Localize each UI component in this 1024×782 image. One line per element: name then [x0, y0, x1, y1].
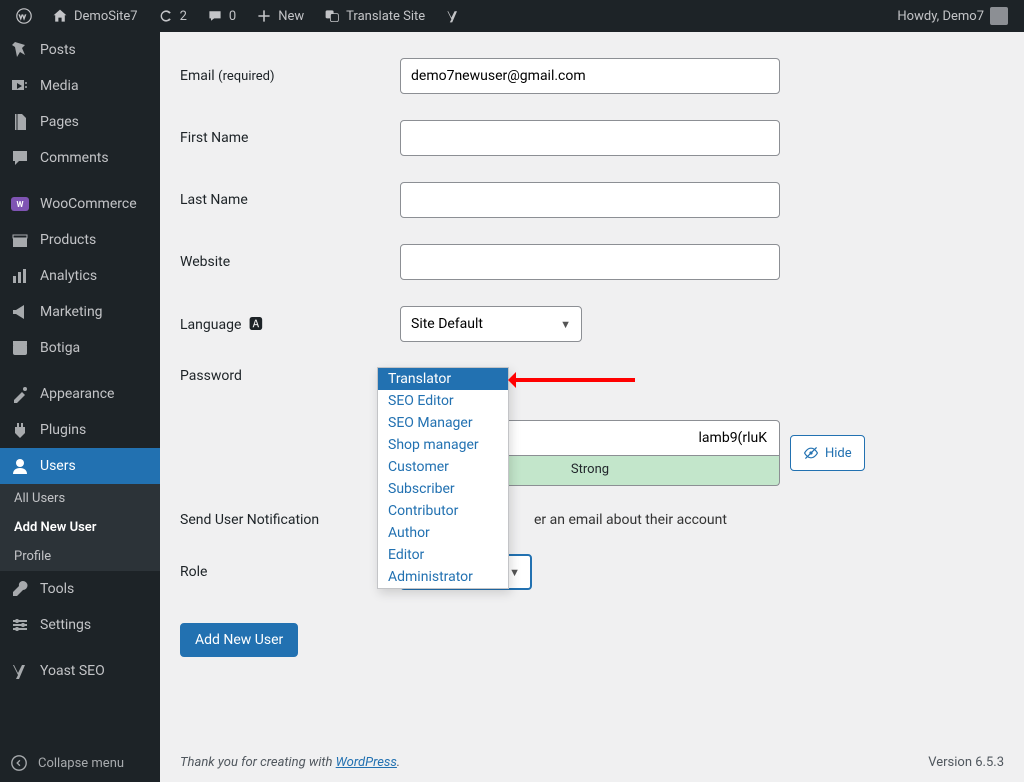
plugins-icon: [10, 420, 30, 440]
role-option-translator[interactable]: Translator: [378, 368, 508, 390]
role-option-seo-editor[interactable]: SEO Editor: [378, 390, 508, 412]
site-name[interactable]: DemoSite7: [44, 8, 146, 24]
role-option-shop-manager[interactable]: Shop manager: [378, 434, 508, 456]
menu-appearance[interactable]: Appearance: [0, 376, 160, 412]
website-field[interactable]: [400, 244, 780, 280]
role-option-customer[interactable]: Customer: [378, 456, 508, 478]
hide-password-button[interactable]: Hide: [790, 435, 865, 471]
wp-logo[interactable]: [8, 8, 40, 24]
translate-badge-icon: 🅰︎: [249, 314, 263, 334]
annotation-arrow: [510, 378, 635, 382]
language-label: Language 🅰︎: [180, 314, 400, 334]
settings-icon: [10, 615, 30, 635]
submenu-all-users[interactable]: All Users: [0, 484, 160, 513]
products-icon: [10, 230, 30, 250]
chevron-down-icon: ▼: [509, 566, 520, 579]
appearance-icon: [10, 384, 30, 404]
menu-tools[interactable]: Tools: [0, 571, 160, 607]
wordpress-icon: [16, 8, 32, 24]
lastname-field[interactable]: [400, 182, 780, 218]
menu-yoast[interactable]: Yoast SEO: [0, 653, 160, 689]
password-label: Password: [180, 368, 400, 384]
botiga-icon: [10, 338, 30, 358]
avatar: [990, 7, 1008, 25]
update-icon: [158, 8, 174, 24]
marketing-icon: [10, 302, 30, 322]
users-icon: [10, 456, 30, 476]
menu-analytics[interactable]: Analytics: [0, 258, 160, 294]
role-option-administrator[interactable]: Administrator: [378, 566, 508, 588]
menu-media[interactable]: Media: [0, 68, 160, 104]
submenu-add-new[interactable]: Add New User: [0, 513, 160, 542]
yoast-admin[interactable]: [437, 8, 469, 24]
pages-icon: [10, 112, 30, 132]
yoast-menu-icon: [10, 661, 30, 681]
collapse-icon: [10, 754, 28, 772]
home-icon: [52, 8, 68, 24]
email-field[interactable]: [400, 58, 780, 94]
role-label: Role: [180, 564, 400, 580]
email-label: Email (required): [180, 68, 400, 84]
admin-sidebar: Posts Media Pages Comments WWooCommerce …: [0, 32, 160, 782]
menu-botiga[interactable]: Botiga: [0, 330, 160, 366]
footer: Thank you for creating with WordPress. V…: [160, 742, 1024, 782]
chevron-down-icon: ▼: [560, 318, 571, 331]
updates[interactable]: 2: [150, 8, 195, 24]
users-submenu: All Users Add New User Profile: [0, 484, 160, 571]
wordpress-link[interactable]: WordPress: [336, 755, 397, 770]
comment-icon: [207, 8, 223, 24]
menu-posts[interactable]: Posts: [0, 32, 160, 68]
version-text: Version 6.5.3: [928, 755, 1004, 770]
menu-comments[interactable]: Comments: [0, 140, 160, 176]
eye-slash-icon: [803, 445, 819, 461]
role-option-editor[interactable]: Editor: [378, 544, 508, 566]
role-dropdown: Translator SEO Editor SEO Manager Shop m…: [377, 367, 509, 589]
role-option-seo-manager[interactable]: SEO Manager: [378, 412, 508, 434]
media-icon: [10, 76, 30, 96]
woocommerce-icon: W: [10, 194, 30, 214]
menu-woocommerce[interactable]: WWooCommerce: [0, 186, 160, 222]
menu-marketing[interactable]: Marketing: [0, 294, 160, 330]
submenu-profile[interactable]: Profile: [0, 542, 160, 571]
translate-icon: [324, 8, 340, 24]
tools-icon: [10, 579, 30, 599]
role-option-contributor[interactable]: Contributor: [378, 500, 508, 522]
firstname-label: First Name: [180, 130, 400, 146]
plus-icon: [256, 8, 272, 24]
translate-site[interactable]: Translate Site: [316, 8, 433, 24]
collapse-menu[interactable]: Collapse menu: [0, 744, 160, 782]
yoast-icon: [445, 8, 461, 24]
menu-products[interactable]: Products: [0, 222, 160, 258]
menu-pages[interactable]: Pages: [0, 104, 160, 140]
language-select[interactable]: Site Default▼: [400, 306, 582, 342]
new-content[interactable]: New: [248, 8, 312, 24]
menu-plugins[interactable]: Plugins: [0, 412, 160, 448]
website-label: Website: [180, 254, 400, 270]
main-content: Email (required) First Name Last Name We…: [160, 32, 1024, 782]
pin-icon: [10, 40, 30, 60]
lastname-label: Last Name: [180, 192, 400, 208]
comments-count[interactable]: 0: [199, 8, 244, 24]
role-option-subscriber[interactable]: Subscriber: [378, 478, 508, 500]
role-option-author[interactable]: Author: [378, 522, 508, 544]
add-user-button[interactable]: Add New User: [180, 623, 298, 657]
comments-icon: [10, 148, 30, 168]
analytics-icon: [10, 266, 30, 286]
howdy-user[interactable]: Howdy, Demo7: [889, 7, 1016, 25]
menu-settings[interactable]: Settings: [0, 607, 160, 643]
admin-bar: DemoSite7 2 0 New Translate Site Howdy, …: [0, 0, 1024, 32]
notify-label: Send User Notification: [180, 512, 400, 528]
firstname-field[interactable]: [400, 120, 780, 156]
menu-users[interactable]: Users: [0, 448, 160, 484]
